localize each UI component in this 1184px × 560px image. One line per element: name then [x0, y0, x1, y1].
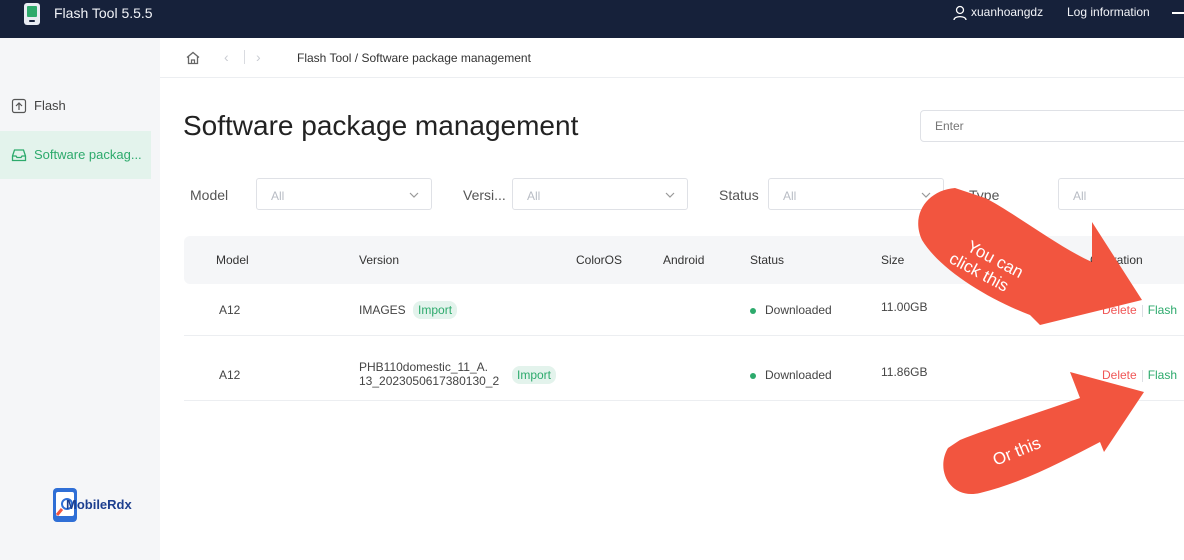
logo-text: MobileRdx	[66, 497, 132, 512]
delete-button[interactable]: Delete	[1102, 368, 1137, 382]
divider	[1141, 369, 1143, 382]
status-filter-select[interactable]: All	[768, 178, 944, 210]
operation-cell: Delete Flash	[1102, 368, 1177, 382]
table-row: A12 PHB110domestic_11_A. 13_202305061738…	[184, 336, 1184, 401]
version-text: 13_2023050617380130_2	[359, 374, 500, 388]
flash-button[interactable]: Flash	[1148, 368, 1177, 382]
column-header: Status	[750, 253, 785, 267]
select-value: All	[271, 189, 285, 203]
type-filter-select[interactable]: All	[1058, 178, 1184, 210]
model-cell: A12	[219, 368, 241, 382]
flash-button[interactable]: Flash	[1148, 303, 1177, 317]
status-dot-icon	[750, 307, 756, 314]
user-name[interactable]: xuanhoangdz	[971, 5, 1043, 19]
inbox-icon	[11, 149, 27, 162]
app-logo-icon	[24, 3, 40, 25]
model-cell: A12	[219, 303, 241, 317]
column-header: Operation	[1090, 253, 1143, 267]
annotation-label: Or this	[990, 433, 1044, 470]
breadcrumb-bar: ‹ › Flash Tool / Software package manage…	[160, 38, 1184, 78]
version-text: IMAGES	[359, 303, 406, 317]
type-filter-label: Type	[969, 187, 1000, 203]
back-arrow-icon[interactable]: ‹	[224, 49, 229, 65]
user-icon[interactable]	[953, 5, 967, 21]
version-filter-label: Versi...	[463, 187, 506, 203]
column-header: Size	[881, 253, 905, 267]
column-header: ColorOS	[576, 253, 623, 267]
divider	[1141, 304, 1143, 317]
app-title: Flash Tool 5.5.5	[54, 5, 153, 21]
import-badge: Import	[512, 366, 557, 384]
sidebar: Flash Software packag...	[0, 38, 160, 560]
status-dot-icon	[750, 372, 756, 379]
version-cell: IMAGES Import	[359, 301, 458, 319]
select-value: All	[783, 189, 797, 203]
log-information-link[interactable]: Log information	[1067, 5, 1150, 19]
status-cell: Downloaded	[750, 368, 832, 382]
table-header: Model Version ColorOS Android Status Siz…	[184, 236, 1184, 284]
sidebar-item-label: Flash	[34, 98, 66, 113]
chevron-down-icon	[665, 192, 675, 198]
select-value: All	[527, 189, 541, 203]
sidebar-item-software-package[interactable]: Software packag...	[0, 131, 151, 179]
title-bar: Flash Tool 5.5.5 xuanhoangdz Log informa…	[0, 0, 1184, 38]
version-cell: PHB110domestic_11_A. 13_2023050617380130…	[359, 360, 499, 388]
size-cell: 11.00GB	[881, 300, 928, 314]
breadcrumb: Flash Tool / Software package management	[297, 51, 531, 65]
status-filter-label: Status	[719, 187, 759, 203]
sidebar-item-flash[interactable]: Flash	[0, 82, 151, 130]
operation-cell: Delete Flash	[1102, 303, 1177, 317]
column-header: Android	[663, 253, 705, 267]
column-header: Model	[216, 253, 249, 267]
home-icon[interactable]	[185, 50, 201, 66]
chevron-down-icon	[409, 192, 419, 198]
forward-arrow-icon[interactable]: ›	[256, 49, 261, 65]
sidebar-item-label: Software packag...	[34, 147, 142, 162]
upload-icon	[11, 98, 27, 114]
version-text: PHB110domestic_11_A.	[359, 360, 488, 374]
page-title: Software package management	[183, 110, 579, 141]
status-cell: Downloaded	[750, 303, 832, 317]
status-text: Downloaded	[765, 368, 832, 382]
select-value: All	[1073, 189, 1087, 203]
version-filter-select[interactable]: All	[512, 178, 688, 210]
divider	[244, 50, 245, 64]
chevron-down-icon	[921, 192, 931, 198]
search-input[interactable]	[920, 110, 1184, 142]
model-filter-select[interactable]: All	[256, 178, 432, 210]
import-badge: Import	[413, 301, 458, 319]
import-badge-cell: Import	[512, 366, 557, 384]
table-row: A12 IMAGES Import Downloaded 11.00GB Del…	[184, 284, 1184, 336]
column-header: Version	[359, 253, 400, 267]
minimize-button[interactable]	[1172, 12, 1184, 14]
delete-button[interactable]: Delete	[1102, 303, 1137, 317]
model-filter-label: Model	[190, 187, 229, 203]
size-cell: 11.86GB	[881, 365, 928, 379]
status-text: Downloaded	[765, 303, 832, 317]
